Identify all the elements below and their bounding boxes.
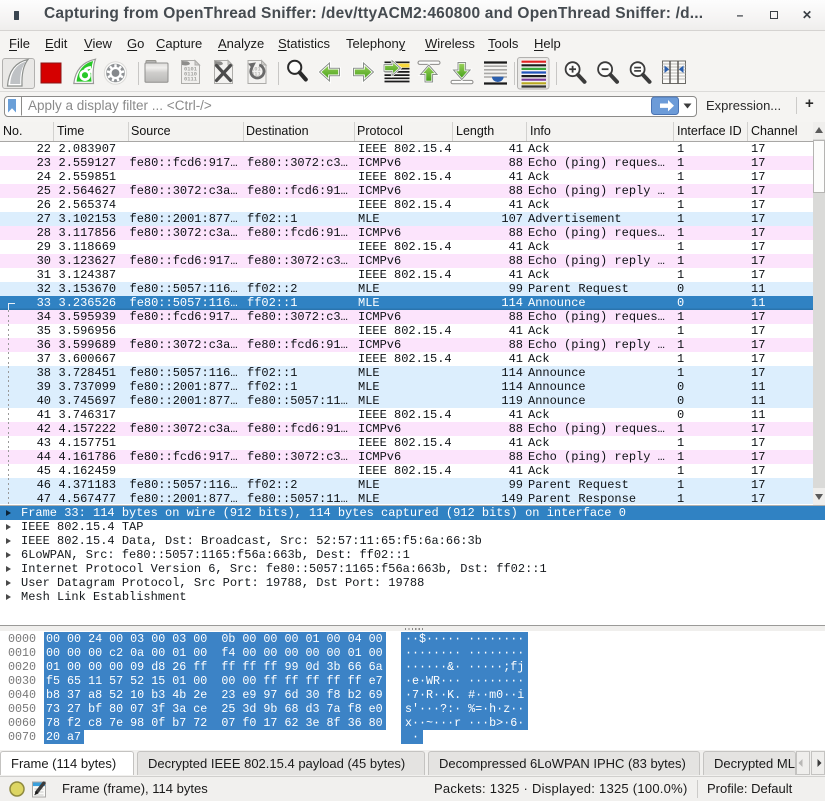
svg-text:0111: 0111 xyxy=(184,77,197,83)
